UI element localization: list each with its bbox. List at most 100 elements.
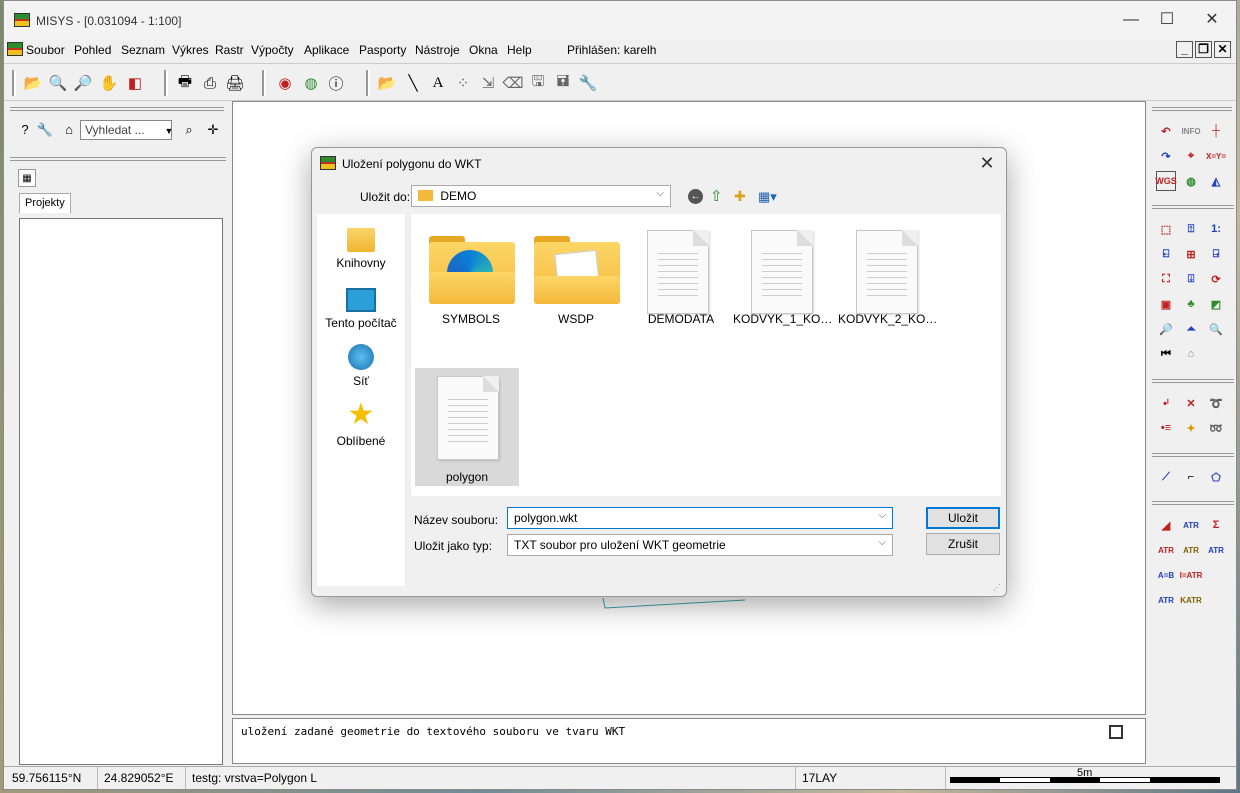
pan-up-icon[interactable]: ⍐ <box>1181 219 1201 239</box>
zoom-in-tool-icon[interactable]: 🔍 <box>1206 319 1226 339</box>
atr-search-icon[interactable]: ATR <box>1156 590 1176 610</box>
line-draw-icon[interactable]: ⟋ <box>1156 467 1176 487</box>
menu-rastr[interactable]: Rastr <box>215 43 244 57</box>
highlight-icon[interactable]: ✦ <box>1181 418 1201 438</box>
resize-grip-icon[interactable]: ⋰ <box>993 583 1003 593</box>
redo-icon[interactable]: ↷ <box>1156 146 1176 166</box>
pan-icon[interactable]: ✋ <box>98 72 120 94</box>
menu-vypocty[interactable]: Výpočty <box>251 43 294 57</box>
home-view-icon[interactable]: ⌂ <box>1181 344 1201 364</box>
mdi-restore-button[interactable]: ❐ <box>1195 41 1212 58</box>
file-item-polygon[interactable]: polygon <box>415 368 519 486</box>
line-tool-icon[interactable]: ╲ <box>402 72 424 94</box>
view-menu-icon[interactable]: ▦▾ <box>758 189 777 205</box>
panel-grip[interactable] <box>1152 453 1234 457</box>
eraser-icon[interactable]: ⌫ <box>502 72 524 94</box>
chevron-down-icon[interactable]: ⌵ <box>878 510 886 521</box>
polyline-icon[interactable]: ⌐ <box>1181 467 1201 487</box>
printer-setup-icon[interactable]: 🖨 <box>224 72 246 94</box>
menu-pohled[interactable]: Pohled <box>74 43 111 57</box>
page-icon[interactable]: ▣ <box>1156 294 1176 314</box>
toolbar-grip[interactable] <box>12 70 16 96</box>
info-icon[interactable]: ⓘ <box>325 72 347 94</box>
point-info-icon[interactable]: •ⁱ <box>1156 393 1176 413</box>
point-delete-icon[interactable]: ✕ <box>1181 393 1201 413</box>
file-item-kodvyk-2[interactable]: KODVYK_2_KOMENTAR <box>838 218 942 336</box>
print-icon[interactable]: ⎙ <box>199 72 221 94</box>
point-list-icon[interactable]: •≡ <box>1156 418 1176 438</box>
print-preview-icon[interactable]: 🖶 <box>174 72 196 94</box>
command-maximize-button[interactable] <box>1109 725 1123 739</box>
atr-red-icon[interactable]: ATR <box>1156 540 1176 560</box>
save-in-combo[interactable]: DEMO ⌵ <box>411 185 671 207</box>
points-tool-icon[interactable]: ⁘ <box>452 72 474 94</box>
place-libraries[interactable]: Knihovny <box>317 224 405 270</box>
new-folder-icon[interactable]: ✚ <box>734 188 746 205</box>
menu-okna[interactable]: Okna <box>469 43 498 57</box>
search-input[interactable]: Vyhledat ... <box>80 120 172 140</box>
panel-grip[interactable] <box>1152 501 1234 505</box>
home-icon[interactable]: ⌂ <box>60 121 78 139</box>
filename-input[interactable]: polygon.wkt ⌵ <box>507 507 893 529</box>
open-folder-icon[interactable]: 📂 <box>376 72 398 94</box>
folder-item-symbols[interactable]: SYMBOLS <box>419 218 523 336</box>
tree-icon[interactable]: ♣ <box>1181 294 1201 314</box>
back-icon[interactable]: ← <box>688 189 703 204</box>
open-layer-icon[interactable]: 📂 <box>22 72 44 94</box>
save-disk-icon[interactable]: 🖫 <box>527 72 549 94</box>
mdi-minimize-button[interactable]: _ <box>1176 41 1193 58</box>
atr-circle-icon[interactable]: ATR <box>1181 515 1201 535</box>
undo-icon[interactable]: ↶ <box>1156 121 1176 141</box>
add-icon[interactable]: ✛ <box>204 121 222 139</box>
folder-item-wsdp[interactable]: WSDP <box>524 218 628 336</box>
doc-menu-icon[interactable] <box>7 42 23 56</box>
toolbar-grip[interactable] <box>366 70 370 96</box>
zoom-in-icon[interactable]: 🔍 <box>47 72 69 94</box>
place-favorites[interactable]: ★ Oblíbené <box>317 400 405 449</box>
map-layer-icon[interactable]: ◭ <box>1206 171 1226 191</box>
projects-tree[interactable] <box>19 218 223 765</box>
toolbar-grip[interactable] <box>164 70 168 96</box>
lasso-icon[interactable]: ➰ <box>1206 393 1226 413</box>
crosshair-icon[interactable]: ┼ <box>1206 121 1226 141</box>
tab-projekty[interactable]: Projekty <box>19 193 71 213</box>
zoom-out-tool-icon[interactable]: 🔎 <box>1156 319 1176 339</box>
toolbar-grip[interactable] <box>262 70 266 96</box>
iatr-icon[interactable]: I=ATR <box>1180 565 1203 585</box>
panel-grip[interactable] <box>10 107 224 111</box>
atr-yellow-icon[interactable]: ATR <box>1181 540 1201 560</box>
redraw-icon[interactable]: ⟳ <box>1206 269 1226 289</box>
tools-wrench-icon[interactable]: 🔧 <box>577 72 599 94</box>
panel-grip[interactable] <box>1152 205 1234 209</box>
refresh-map-icon[interactable]: ◉ <box>274 72 296 94</box>
wrench-icon[interactable]: 🔧 <box>36 121 54 139</box>
panel-grip[interactable] <box>1152 107 1232 111</box>
menu-pasporty[interactable]: Pasporty <box>359 43 406 57</box>
sum-icon[interactable]: Σ <box>1206 515 1226 535</box>
up-icon[interactable]: ⏶ <box>1181 319 1201 339</box>
k-atr-icon[interactable]: KATR <box>1180 590 1202 610</box>
mdi-close-button[interactable]: ✕ <box>1214 41 1231 58</box>
panel-grip[interactable] <box>1152 379 1234 383</box>
layers-icon[interactable]: ◧ <box>124 72 146 94</box>
maximize-button[interactable]: ☐ <box>1152 9 1182 31</box>
cancel-button[interactable]: Zrušit <box>926 533 1000 555</box>
globe-icon[interactable]: ◍ <box>300 72 322 94</box>
command-line[interactable]: uložení zadané geometrie do textového so… <box>232 718 1146 764</box>
lasso-list-icon[interactable]: ➿ <box>1206 418 1226 438</box>
close-button[interactable]: ✕ <box>1197 9 1227 31</box>
scale-1-icon[interactable]: 1: <box>1206 219 1226 239</box>
minimize-button[interactable]: — <box>1116 9 1146 31</box>
wgs-icon[interactable]: WGS <box>1155 171 1177 191</box>
layer-paint-icon[interactable]: ◩ <box>1206 294 1226 314</box>
save-as-icon[interactable]: 🖬 <box>552 72 574 94</box>
polygon-draw-icon[interactable]: ⬠ <box>1206 467 1226 487</box>
menu-help[interactable]: Help <box>507 43 532 57</box>
atr-blue-icon[interactable]: ATR <box>1206 540 1226 560</box>
menu-seznam[interactable]: Seznam <box>121 43 165 57</box>
zoom-extent-icon[interactable]: ⛶ <box>1156 269 1176 289</box>
help-icon[interactable]: ? <box>16 121 34 139</box>
move-tool-icon[interactable]: ⇲ <box>477 72 499 94</box>
pan-left-icon[interactable]: ⍇ <box>1156 244 1176 264</box>
back-icon[interactable]: ⏮ <box>1156 344 1176 364</box>
